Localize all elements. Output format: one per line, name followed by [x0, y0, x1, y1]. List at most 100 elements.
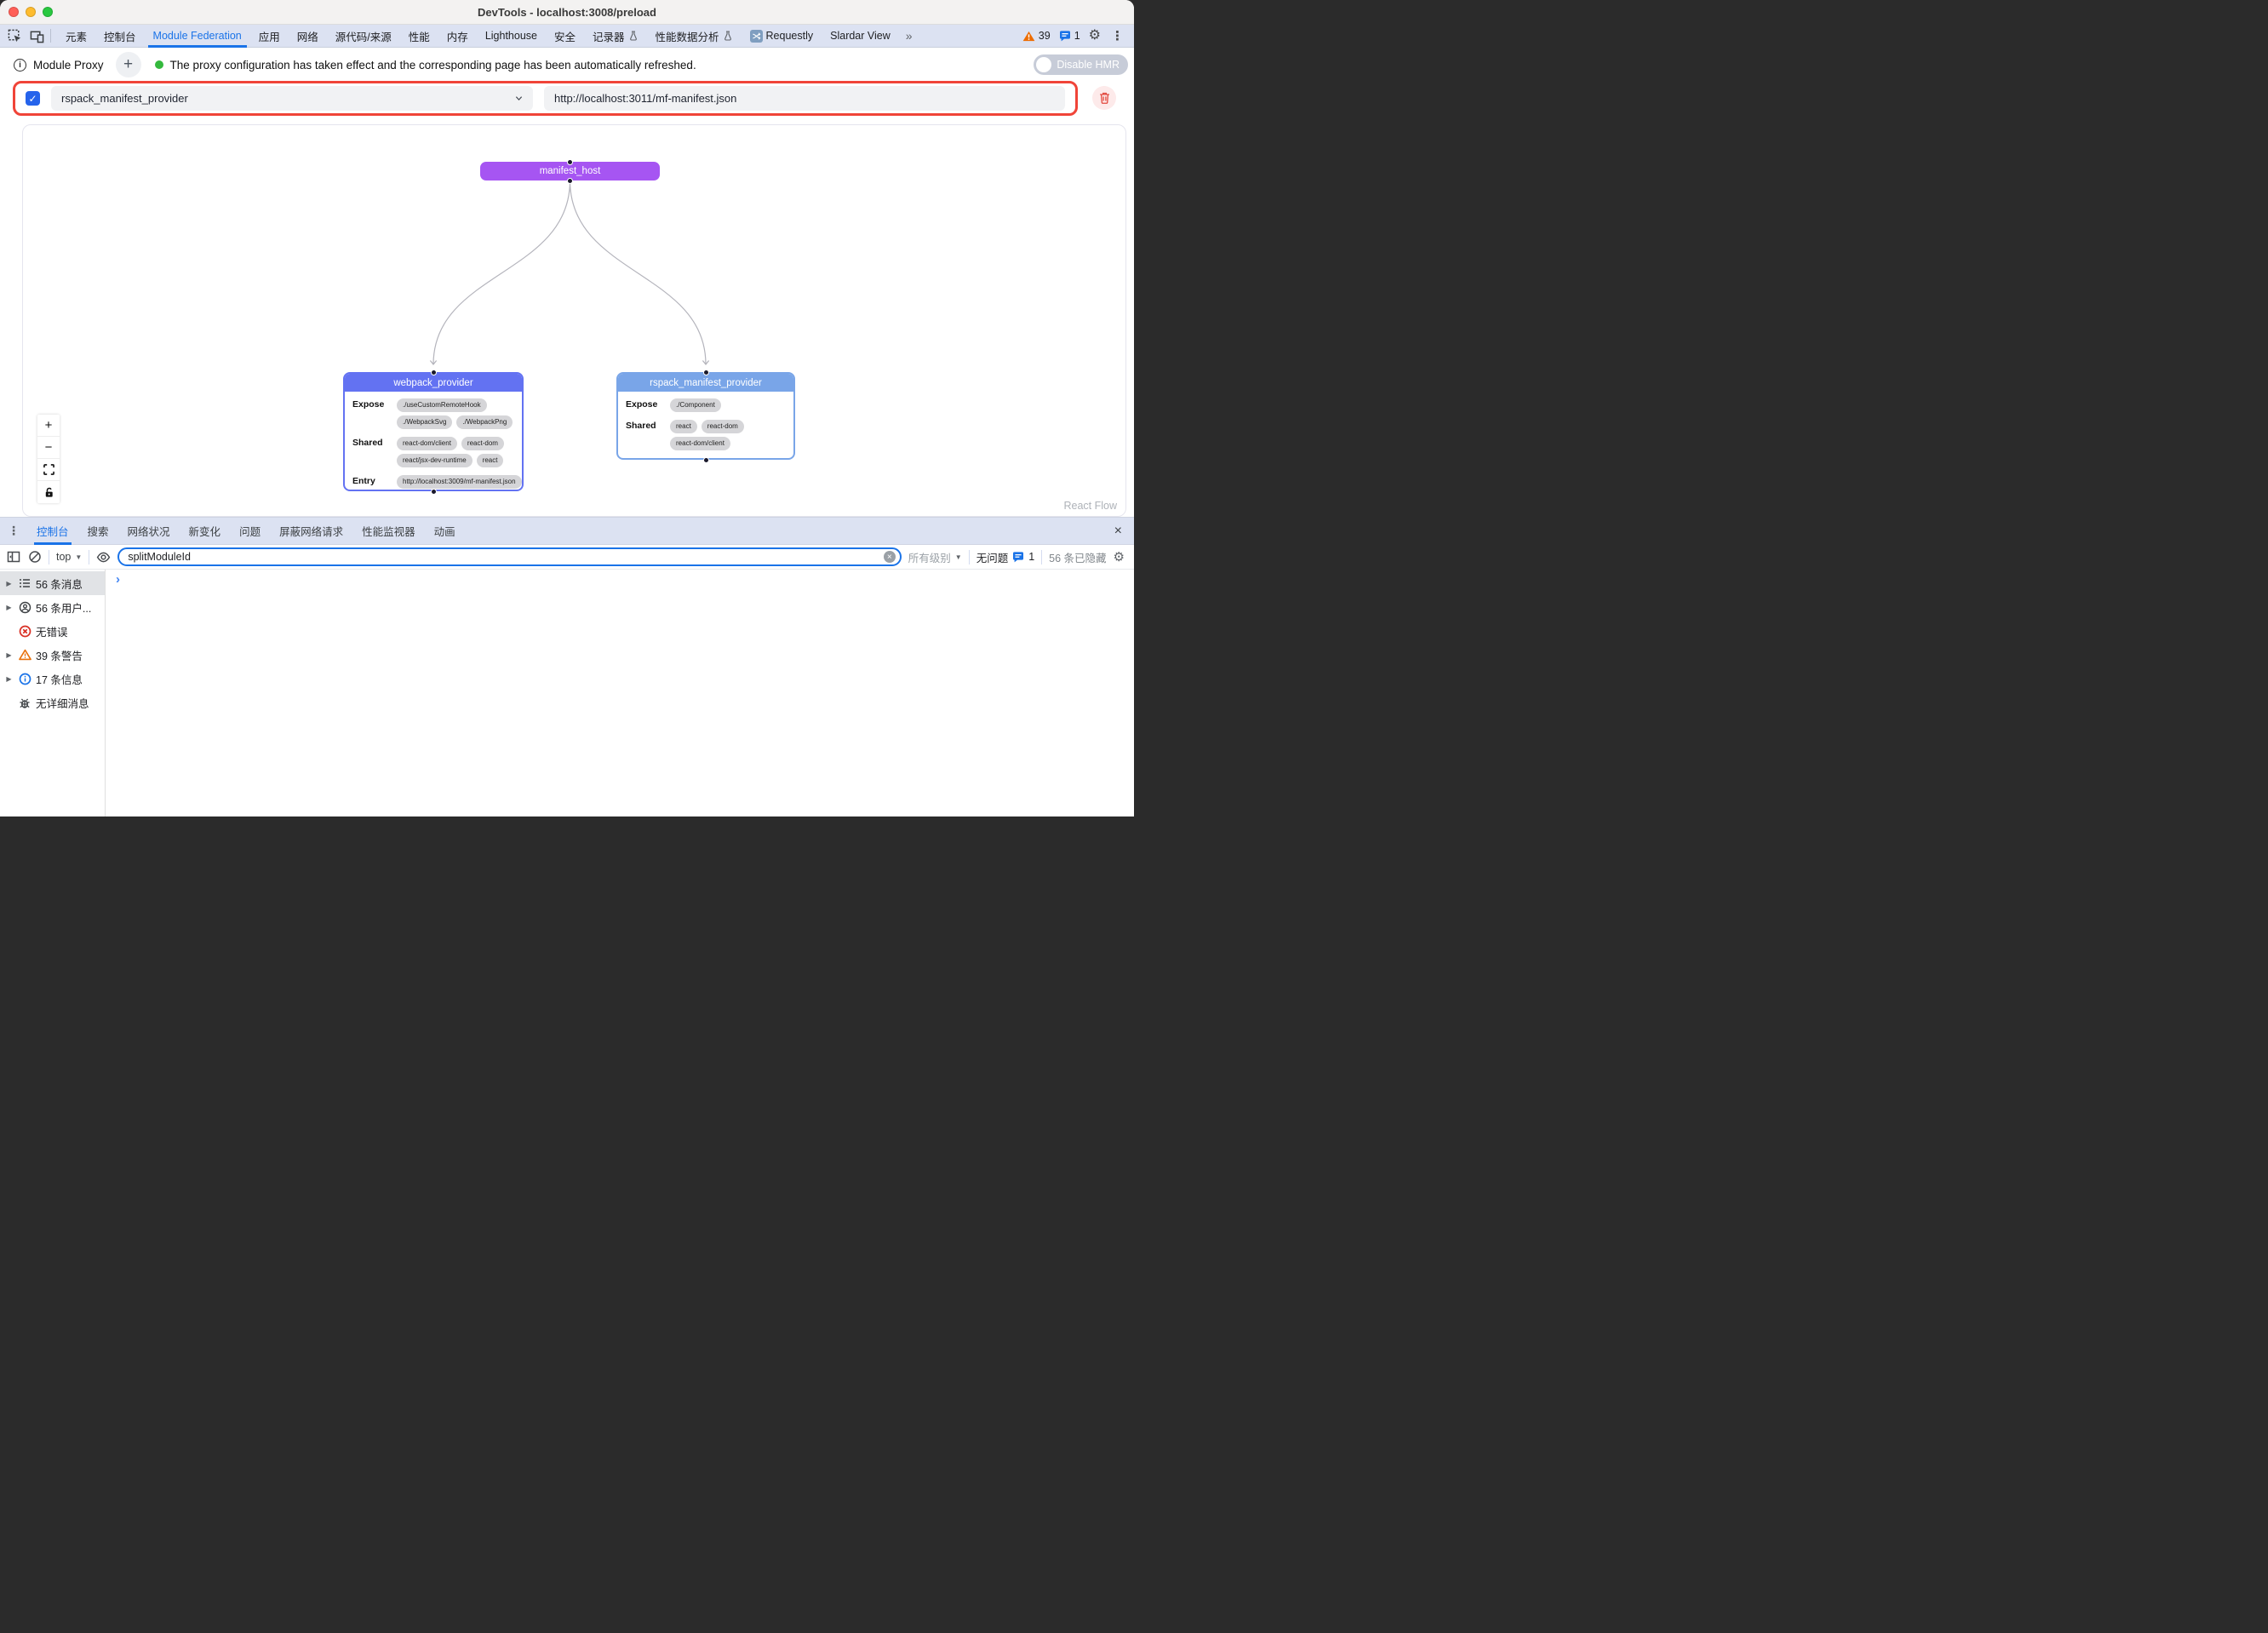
sidebar-item-errors[interactable]: 无错误: [0, 619, 105, 643]
settings-gear-icon[interactable]: ⚙: [1089, 29, 1101, 43]
shared-label: Shared: [626, 420, 663, 450]
handle-webpack-bottom[interactable]: [431, 489, 437, 495]
tab-memory[interactable]: 内存: [438, 25, 477, 48]
inspect-element-icon[interactable]: [7, 28, 22, 43]
lock-icon: [43, 487, 54, 498]
devtools-window: DevTools - localhost:3008/preload 元素 控制台…: [0, 0, 1134, 816]
handle-rspack-top[interactable]: [703, 370, 709, 375]
disclosure-triangle-icon[interactable]: ▶: [4, 580, 14, 587]
sidebar-item-warnings[interactable]: ▶ 39 条警告: [0, 643, 105, 667]
requestly-icon: [750, 30, 763, 43]
expose-pill: ./Component: [670, 398, 721, 412]
zoom-in-button[interactable]: +: [37, 415, 60, 437]
issues-badge[interactable]: 1: [1059, 30, 1080, 42]
drawer-tab-network-blocking[interactable]: 屏蔽网络请求: [270, 518, 352, 545]
chevron-down-icon: ▼: [955, 553, 962, 561]
manifest-url-value: http://localhost:3011/mf-manifest.json: [554, 92, 736, 105]
fit-view-button[interactable]: [37, 459, 60, 481]
handle-rspack-bottom[interactable]: [703, 457, 709, 463]
tab-recorder[interactable]: 记录器: [584, 25, 647, 48]
drawer-tab-animations[interactable]: 动画: [425, 518, 465, 545]
window-title: DevTools - localhost:3008/preload: [0, 6, 1134, 19]
sidebar-item-info[interactable]: ▶ 17 条信息: [0, 667, 105, 690]
tab-application[interactable]: 应用: [250, 25, 289, 48]
console-filter-input[interactable]: ×: [117, 547, 901, 566]
expose-pill: ./useCustomRemoteHook: [397, 398, 487, 412]
node-rspack-manifest-provider[interactable]: rspack_manifest_provider Expose ./Compon…: [616, 372, 795, 460]
react-flow-attribution[interactable]: React Flow: [1063, 500, 1117, 512]
drawer-tab-search[interactable]: 搜索: [78, 518, 118, 545]
issues-status[interactable]: 无问题 1: [976, 549, 1034, 565]
tab-console[interactable]: 控制台: [95, 25, 145, 48]
log-levels-select[interactable]: 所有级别 ▼: [908, 549, 962, 565]
handle-host-top[interactable]: [567, 159, 573, 165]
shared-pill: react/jsx-dev-runtime: [397, 454, 472, 467]
tabbar-separator: [50, 29, 51, 43]
disclosure-triangle-icon[interactable]: ▶: [4, 604, 14, 611]
drawer-menu-icon[interactable]: ⋮: [0, 524, 27, 538]
drawer-tab-issues[interactable]: 问题: [230, 518, 270, 545]
expose-pill: ./WebpackPng: [456, 415, 513, 429]
disclosure-triangle-icon[interactable]: ▶: [4, 675, 14, 683]
disable-hmr-toggle[interactable]: Disable HMR: [1034, 54, 1128, 75]
warning-icon: [18, 648, 32, 662]
more-tabs-button[interactable]: »: [899, 29, 919, 43]
handle-webpack-top[interactable]: [431, 370, 437, 375]
close-drawer-button[interactable]: ×: [1102, 524, 1134, 539]
drawer-tab-console[interactable]: 控制台: [27, 518, 78, 545]
handle-host-bottom[interactable]: [567, 178, 573, 184]
node-webpack-provider[interactable]: webpack_provider Expose ./useCustomRemot…: [343, 372, 524, 491]
tab-elements[interactable]: 元素: [57, 25, 95, 48]
drawer-tab-network-conditions[interactable]: 网络状况: [118, 518, 180, 545]
clear-filter-icon[interactable]: ×: [884, 551, 896, 563]
list-icon: [18, 576, 32, 590]
module-proxy-header: i Module Proxy + The proxy configuration…: [0, 49, 1134, 81]
console-body: ▶ 56 条消息 ▶ 56 条用户... 无错误: [0, 570, 1134, 816]
tab-network[interactable]: 网络: [289, 25, 327, 48]
sidebar-item-all-messages[interactable]: ▶ 56 条消息: [0, 571, 105, 595]
filter-text[interactable]: [128, 551, 883, 563]
module-graph-panel[interactable]: manifest_host webpack_provider Expose ./…: [22, 124, 1126, 517]
lock-button[interactable]: [37, 481, 60, 503]
tab-sources[interactable]: 源代码/来源: [327, 25, 400, 48]
tab-performance-insights[interactable]: 性能数据分析: [647, 25, 742, 48]
manifest-url-input[interactable]: http://localhost:3011/mf-manifest.json: [544, 86, 1065, 111]
chevron-down-icon: ▼: [75, 553, 82, 561]
tab-module-federation[interactable]: Module Federation: [145, 25, 250, 48]
tab-security[interactable]: 安全: [546, 25, 584, 48]
sidebar-item-verbose[interactable]: 无详细消息: [0, 690, 105, 714]
drawer-tab-performance-monitor[interactable]: 性能监视器: [352, 518, 425, 545]
tabbar-right-cluster: 39 1 ⚙ ⋮: [1022, 28, 1134, 43]
drawer-tab-changes[interactable]: 新变化: [180, 518, 231, 545]
user-icon: [18, 600, 32, 614]
tab-requestly[interactable]: Requestly: [742, 25, 822, 48]
tab-slardar-view[interactable]: Slardar View: [822, 25, 899, 48]
console-output[interactable]: ›: [106, 570, 1134, 816]
entry-pill: http://localhost:3009/mf-manifest.json: [397, 475, 522, 489]
node-title: rspack_manifest_provider: [618, 374, 793, 392]
drawer-tabbar: ⋮ 控制台 搜索 网络状况 新变化 问题 屏蔽网络请求 性能监视器 动画 ×: [0, 517, 1134, 545]
zoom-out-button[interactable]: −: [37, 437, 60, 459]
delete-proxy-button[interactable]: [1092, 86, 1116, 110]
tab-lighthouse[interactable]: Lighthouse: [477, 25, 546, 48]
clear-console-icon[interactable]: [27, 550, 42, 564]
proxy-enabled-checkbox[interactable]: ✓: [26, 91, 40, 106]
devtools-tabbar: 元素 控制台 Module Federation 应用 网络 源代码/来源 性能…: [0, 25, 1134, 48]
live-expression-eye-icon[interactable]: [96, 550, 111, 564]
device-toolbar-icon[interactable]: [29, 28, 44, 43]
info-icon: i: [14, 59, 26, 72]
console-sidebar-toggle-icon[interactable]: [6, 550, 20, 564]
tab-performance[interactable]: 性能: [400, 25, 438, 48]
bug-icon: [18, 696, 32, 709]
console-sidebar: ▶ 56 条消息 ▶ 56 条用户... 无错误: [0, 570, 106, 816]
disclosure-triangle-icon[interactable]: ▶: [4, 651, 14, 659]
add-proxy-button[interactable]: +: [116, 52, 141, 77]
sidebar-item-user-messages[interactable]: ▶ 56 条用户...: [0, 595, 105, 619]
console-settings-gear-icon[interactable]: ⚙: [1114, 549, 1128, 564]
devtools-menu-icon[interactable]: ⋮: [1109, 28, 1125, 43]
proxy-status-text: The proxy configuration has taken effect…: [170, 59, 696, 72]
warnings-badge[interactable]: 39: [1022, 30, 1051, 42]
provider-select[interactable]: rspack_manifest_provider: [51, 86, 533, 111]
context-selector[interactable]: top ▼: [56, 551, 82, 563]
toggle-label: Disable HMR: [1057, 59, 1120, 71]
